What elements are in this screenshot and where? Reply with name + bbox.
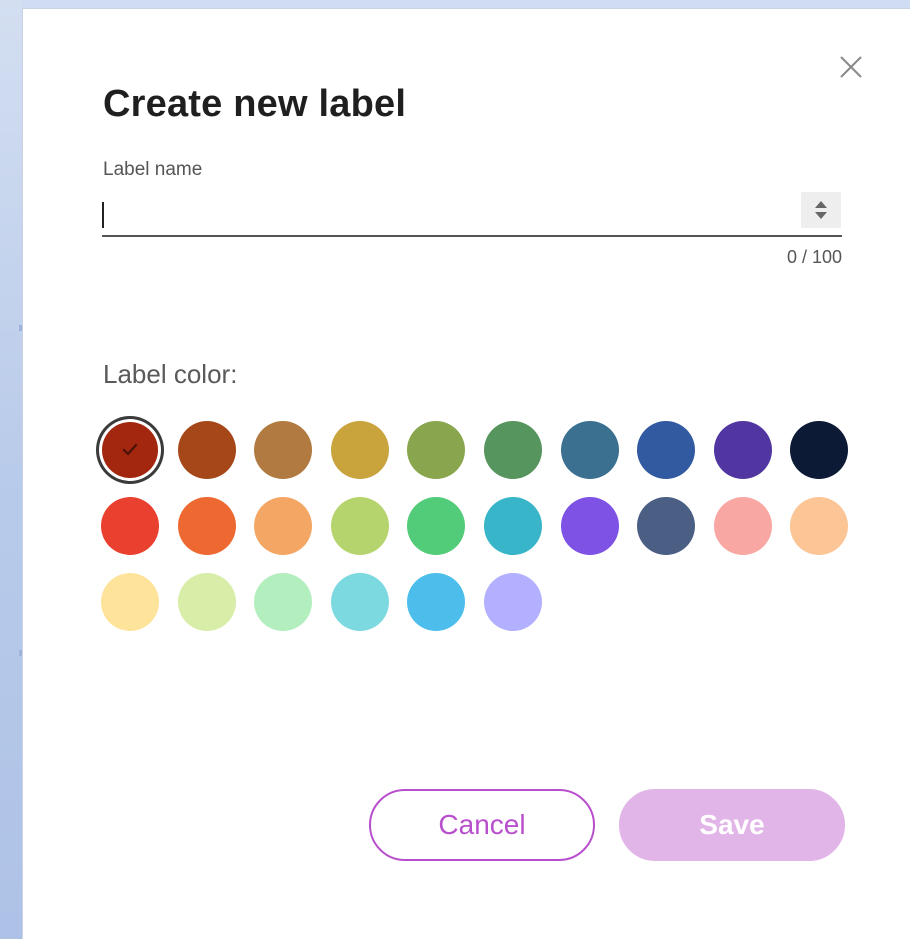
color-swatch[interactable]	[637, 497, 696, 555]
color-swatch[interactable]	[407, 421, 466, 479]
color-swatch[interactable]	[637, 421, 696, 479]
background-window-edge	[0, 0, 22, 939]
close-icon	[840, 56, 862, 78]
color-swatch[interactable]	[407, 497, 466, 555]
create-label-dialog: Create new label Label name 0 / 100 Labe…	[22, 8, 910, 939]
color-swatch[interactable]	[177, 421, 236, 479]
color-swatch[interactable]	[330, 573, 389, 631]
color-swatch[interactable]	[560, 421, 619, 479]
dialog-title: Create new label	[103, 83, 407, 125]
color-swatch[interactable]	[330, 497, 389, 555]
color-swatch[interactable]	[101, 573, 159, 631]
sort-arrows-icon	[815, 201, 827, 219]
color-swatch[interactable]	[484, 421, 542, 479]
color-swatch[interactable]	[407, 573, 466, 631]
color-swatch[interactable]	[102, 422, 158, 478]
color-swatch[interactable]	[790, 421, 849, 479]
color-swatch[interactable]	[177, 573, 236, 631]
text-caret	[102, 202, 104, 228]
color-swatch[interactable]	[101, 497, 159, 555]
color-swatch[interactable]	[254, 573, 313, 631]
label-name-caption: Label name	[103, 159, 203, 180]
spinner-control[interactable]	[801, 192, 841, 228]
color-swatch[interactable]	[254, 421, 313, 479]
color-swatch[interactable]	[254, 497, 313, 555]
color-swatch[interactable]	[713, 421, 772, 479]
label-color-caption: Label color:	[103, 359, 238, 389]
color-swatch[interactable]	[484, 573, 542, 631]
color-swatch[interactable]	[713, 497, 772, 555]
cancel-button[interactable]: Cancel	[369, 789, 595, 861]
color-swatch[interactable]	[177, 497, 236, 555]
character-counter: 0 / 100	[786, 247, 842, 267]
color-swatch[interactable]	[330, 421, 389, 479]
close-button[interactable]	[838, 54, 864, 80]
color-swatch[interactable]	[560, 497, 619, 555]
color-swatch[interactable]	[790, 497, 849, 555]
color-swatch[interactable]	[484, 497, 542, 555]
save-button[interactable]: Save	[619, 789, 845, 861]
check-icon	[122, 443, 138, 456]
label-name-input[interactable]	[102, 189, 842, 237]
